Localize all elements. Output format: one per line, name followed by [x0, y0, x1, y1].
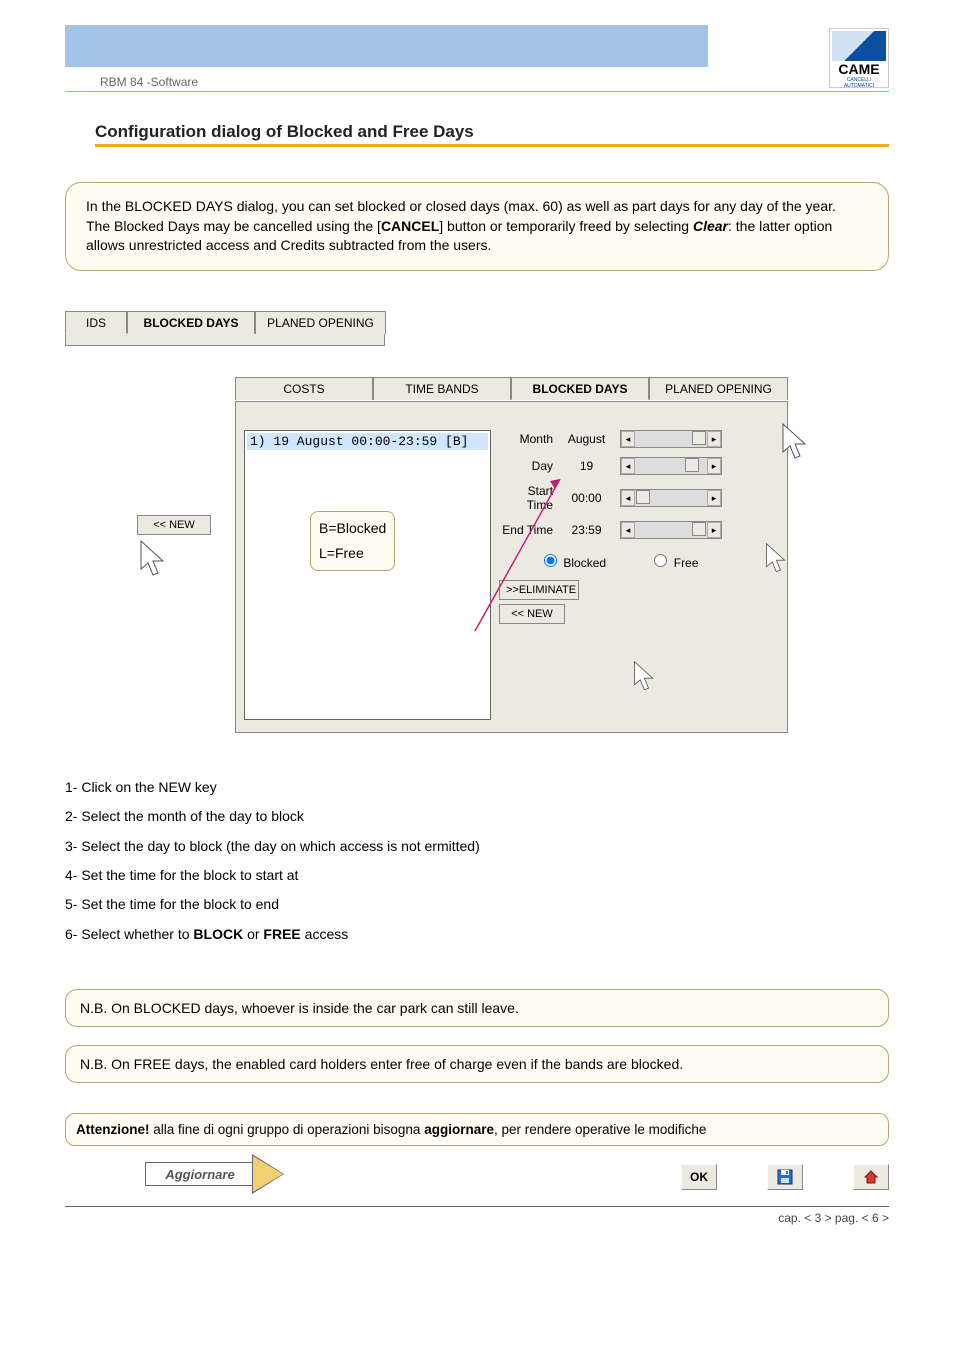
start-value: 00:00: [559, 491, 614, 505]
step-5: 5- Set the time for the block to end: [65, 890, 889, 919]
step-6: 6- Select whether to BLOCK or FREE acces…: [65, 920, 889, 949]
month-label: Month: [499, 432, 559, 446]
radio-blocked-input[interactable]: [544, 554, 557, 567]
list-entry-1[interactable]: 1) 19 August 00:00-23:59 [B]: [247, 433, 488, 450]
top-bar: [65, 25, 708, 67]
cursor-icon: [763, 542, 793, 585]
end-value: 23:59: [559, 523, 614, 537]
intro-p1: In the BLOCKED DAYS dialog, you can set …: [86, 198, 836, 214]
scroll-left-icon[interactable]: ◂: [621, 490, 635, 506]
dialog-1: IDS BLOCKED DAYS PLANED OPENING: [65, 311, 385, 346]
scroll-left-icon[interactable]: ◂: [621, 458, 635, 474]
scroll-right-icon[interactable]: ▸: [707, 431, 721, 447]
scroll-left-icon[interactable]: ◂: [621, 431, 635, 447]
section-title: Configuration dialog of Blocked and Free…: [95, 122, 889, 142]
radio-free[interactable]: Free: [649, 556, 698, 570]
intro-p2a: The Blocked Days may be cancelled using …: [86, 218, 381, 234]
radio-blocked[interactable]: Blocked: [539, 556, 606, 570]
start-label: Start Time: [499, 484, 559, 512]
tab-time-bands[interactable]: TIME BANDS: [373, 377, 511, 400]
page-footer: cap. < 3 > pag. < 6 >: [65, 1206, 889, 1225]
cursor-icon: [137, 539, 173, 585]
floppy-icon: [777, 1169, 793, 1185]
day-scroll[interactable]: ◂ ▸: [620, 457, 722, 475]
warning-box: Attenzione! alla fine di ogni gruppo di …: [65, 1113, 889, 1146]
month-value: August: [559, 432, 614, 446]
scroll-left-icon[interactable]: ◂: [621, 522, 635, 538]
scroll-right-icon[interactable]: ▸: [707, 522, 721, 538]
note-blocked: N.B. On BLOCKED days, whoever is inside …: [65, 989, 889, 1027]
cursor-icon: [631, 660, 661, 703]
step-3: 3- Select the day to block (the day on w…: [65, 832, 889, 861]
update-button[interactable]: Aggiornare: [145, 1162, 305, 1192]
month-scroll[interactable]: ◂ ▸: [620, 430, 722, 448]
intro-cancel: CANCEL: [381, 218, 439, 234]
tab-planed-opening-1[interactable]: PLANED OPENING: [255, 311, 386, 334]
doc-title: RBM 84 -Software: [65, 75, 889, 92]
end-scroll[interactable]: ◂ ▸: [620, 521, 722, 539]
home-icon: [863, 1169, 879, 1185]
config-panel: Month August ◂ ▸ Day 19 ◂ ▸: [499, 430, 774, 628]
tab-planed-opening-2[interactable]: PLANED OPENING: [649, 377, 788, 400]
logo-brand: CAME: [832, 61, 886, 77]
end-label: End Time: [499, 523, 559, 537]
intro-box: In the BLOCKED DAYS dialog, you can set …: [65, 182, 889, 271]
logo: CAME CANCELLI AUTOMATICI: [829, 28, 889, 88]
title-underline: [95, 144, 889, 147]
note-free: N.B. On FREE days, the enabled card hold…: [65, 1045, 889, 1083]
tab-ids[interactable]: IDS: [65, 311, 127, 334]
button-row: Aggiornare OK: [65, 1158, 889, 1206]
dialog-illustration: IDS BLOCKED DAYS PLANED OPENING << NEW C…: [65, 311, 889, 733]
update-label: Aggiornare: [145, 1162, 255, 1186]
new-button-callout: << NEW: [137, 511, 211, 590]
legend-box: B=Blocked L=Free: [310, 511, 395, 571]
step-1: 1- Click on the NEW key: [65, 773, 889, 802]
tab-blocked-days-2[interactable]: BLOCKED DAYS: [511, 377, 649, 400]
logo-sub: CANCELLI AUTOMATICI: [832, 77, 886, 89]
scroll-right-icon[interactable]: ▸: [707, 490, 721, 506]
new-button-1[interactable]: << NEW: [137, 515, 211, 535]
step-2: 2- Select the month of the day to block: [65, 802, 889, 831]
tab-costs[interactable]: COSTS: [235, 377, 373, 400]
scroll-right-icon[interactable]: ▸: [707, 458, 721, 474]
eliminate-button[interactable]: >>ELIMINATE: [499, 580, 579, 600]
day-label: Day: [499, 459, 559, 473]
new-button-2[interactable]: << NEW: [499, 604, 565, 624]
save-icon-button[interactable]: [767, 1164, 803, 1190]
cursor-icon: [779, 422, 815, 473]
step-4: 4- Set the time for the block to start a…: [65, 861, 889, 890]
blocked-days-list[interactable]: 1) 19 August 00:00-23:59 [B]: [244, 430, 491, 720]
radio-free-input[interactable]: [654, 554, 667, 567]
intro-p2c: ] button or temporarily freed by selecti…: [439, 218, 689, 234]
steps-list: 1- Click on the NEW key 2- Select the mo…: [65, 773, 889, 949]
tab-blocked-days-1[interactable]: BLOCKED DAYS: [127, 311, 255, 334]
home-icon-button[interactable]: [853, 1164, 889, 1190]
legend-free: L=Free: [319, 541, 386, 566]
day-value: 19: [559, 459, 614, 473]
ok-button[interactable]: OK: [681, 1164, 717, 1190]
legend-blocked: B=Blocked: [319, 516, 386, 541]
start-scroll[interactable]: ◂ ▸: [620, 489, 722, 507]
intro-clear: Clear: [693, 218, 728, 234]
